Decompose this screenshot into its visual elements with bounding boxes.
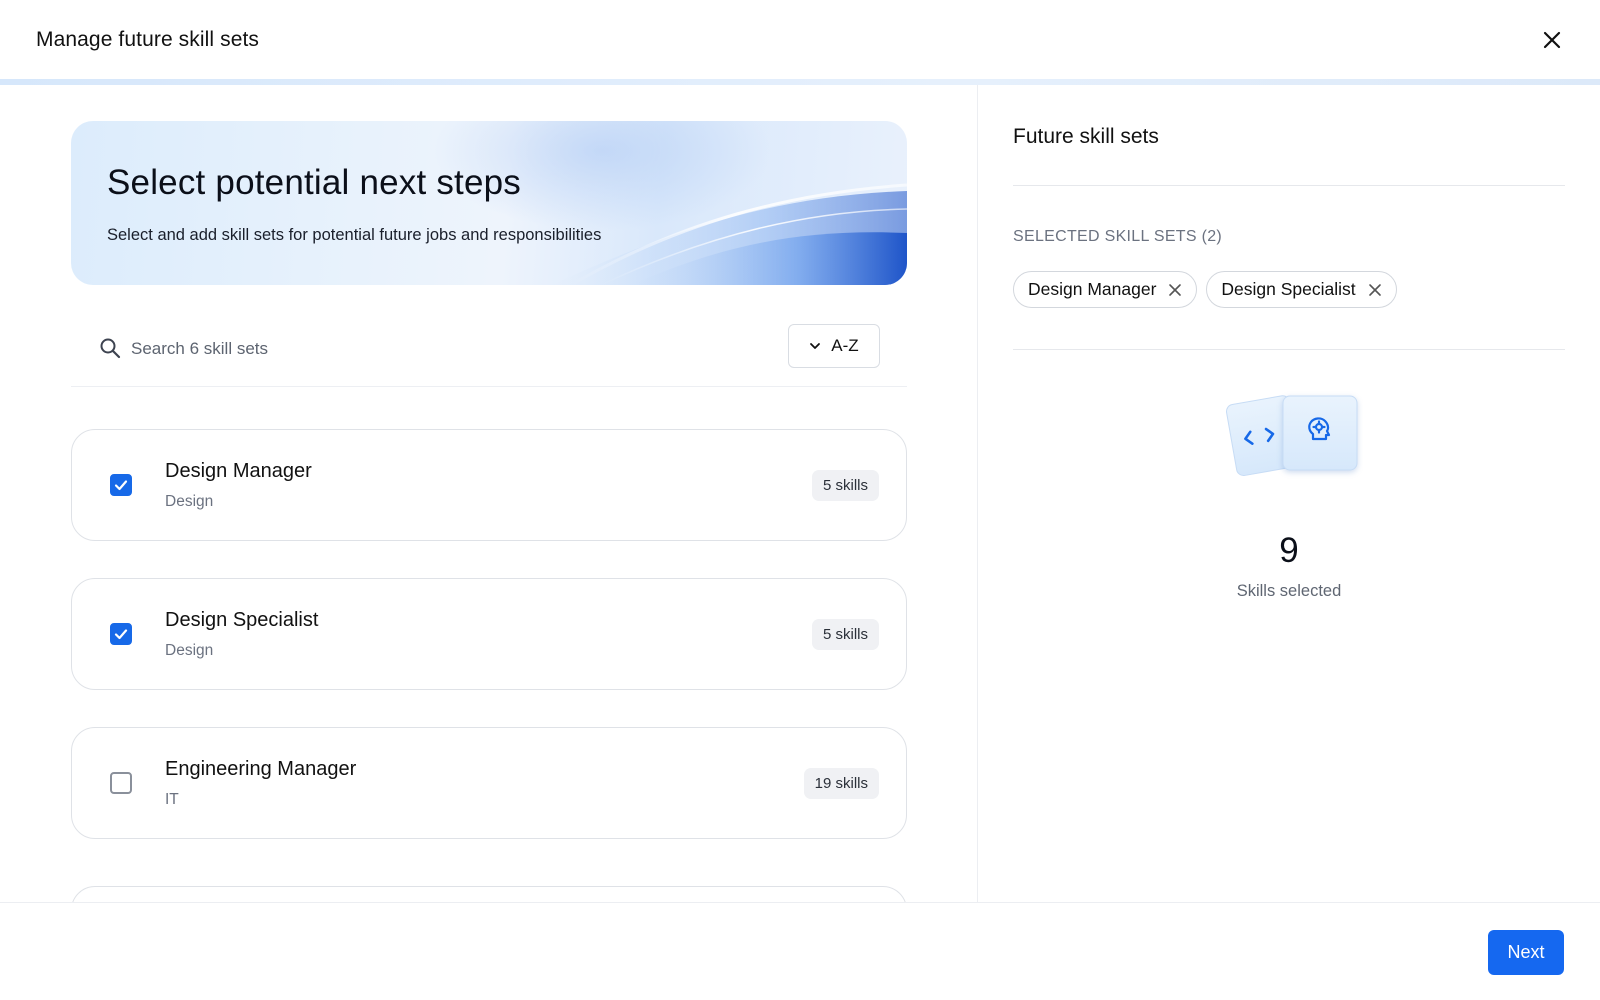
- skill-set-card[interactable]: Design Manager Design 5 skills: [71, 429, 907, 541]
- sort-dropdown[interactable]: A-Z: [788, 324, 880, 368]
- next-button[interactable]: Next: [1488, 930, 1564, 975]
- skill-set-card[interactable]: Engineering Manager IT 19 skills: [71, 727, 907, 839]
- close-icon: [1169, 283, 1182, 296]
- chip-label: Design Manager: [1028, 279, 1157, 299]
- checkmark-icon: [114, 629, 128, 640]
- close-icon: [1543, 31, 1561, 49]
- modal-title: Manage future skill sets: [36, 28, 260, 51]
- skill-set-category: Design: [165, 642, 214, 659]
- skill-set-checkbox[interactable]: [110, 474, 132, 496]
- skill-set-list-panel: Select potential next steps Select and a…: [0, 85, 977, 902]
- chevron-down-icon: [810, 343, 821, 349]
- chip-label: Design Specialist: [1221, 279, 1356, 299]
- selected-chip: Design Specialist: [1206, 271, 1397, 308]
- skill-set-title: Design Manager: [165, 460, 312, 482]
- search-bar: A-Z: [71, 313, 907, 387]
- skills-selected-count: 9: [1279, 531, 1299, 570]
- close-icon: [1368, 283, 1381, 296]
- close-button[interactable]: [1534, 22, 1570, 58]
- skills-illustration: [1225, 395, 1358, 477]
- skill-set-card-partial[interactable]: [71, 886, 907, 902]
- remove-chip-button[interactable]: [1168, 283, 1182, 297]
- hero-wave-graphic: [371, 121, 907, 285]
- modal-header: Manage future skill sets: [0, 0, 1600, 80]
- skill-set-category: IT: [165, 791, 179, 808]
- summary-title: Future skill sets: [1013, 125, 1159, 148]
- hero-banner: Select potential next steps Select and a…: [71, 121, 907, 285]
- divider: [1013, 349, 1565, 350]
- modal-footer: Next: [0, 902, 1600, 1000]
- skill-set-card[interactable]: Design Specialist Design 5 skills: [71, 578, 907, 690]
- skill-count-badge: 5 skills: [811, 619, 879, 650]
- skills-selected-label: Skills selected: [1236, 582, 1342, 600]
- selected-heading: SELECTED SKILL SETS (2): [1013, 228, 1223, 245]
- selected-chips: Design Manager Design Specialist: [1013, 271, 1397, 308]
- skill-set-title: Engineering Manager: [165, 758, 357, 780]
- skill-set-title: Design Specialist: [165, 609, 319, 631]
- divider: [1013, 185, 1565, 186]
- skill-count-badge: 19 skills: [803, 768, 879, 799]
- skill-set-category: Design: [165, 493, 214, 510]
- checkmark-icon: [114, 480, 128, 491]
- hero-subtitle: Select and add skill sets for potential …: [107, 226, 602, 244]
- search-icon: [100, 338, 121, 359]
- remove-chip-button[interactable]: [1368, 283, 1382, 297]
- selected-chip: Design Manager: [1013, 271, 1198, 308]
- modal: Manage future skill sets Select potentia…: [0, 0, 1600, 1000]
- selection-summary-panel: Future skill sets SELECTED SKILL SETS (2…: [978, 85, 1600, 902]
- skill-count-badge: 5 skills: [811, 470, 879, 501]
- sort-label: A-Z: [831, 336, 859, 355]
- skill-set-checkbox[interactable]: [110, 623, 132, 645]
- skill-set-checkbox[interactable]: [110, 772, 132, 794]
- search-input[interactable]: [131, 333, 731, 365]
- hero-title: Select potential next steps: [107, 163, 521, 202]
